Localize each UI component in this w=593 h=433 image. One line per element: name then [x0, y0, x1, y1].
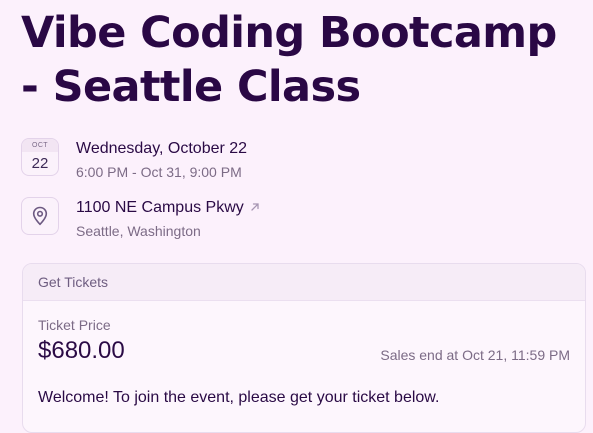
calendar-icon-month: OCT [22, 139, 58, 152]
calendar-icon-day: 22 [31, 155, 49, 172]
ticket-price-value: $680.00 [38, 337, 125, 364]
map-pin-icon [21, 197, 59, 235]
arrow-up-right-icon[interactable] [250, 198, 260, 218]
event-location-row: 1100 NE Campus Pkwy Seattle, Washington [21, 197, 260, 240]
event-city: Seattle, Washington [76, 223, 201, 239]
event-time-range: 6:00 PM - Oct 31, 9:00 PM [76, 164, 242, 180]
tickets-card: Get Tickets Ticket Price $680.00 Sales e… [22, 263, 586, 433]
ticket-price-label: Ticket Price [38, 317, 111, 333]
sales-end-text: Sales end at Oct 21, 11:59 PM [380, 347, 570, 363]
event-date: Wednesday, October 22 [76, 140, 248, 157]
welcome-message: Welcome! To join the event, please get y… [38, 389, 440, 406]
event-title: Vibe Coding Bootcamp - Seattle Class [21, 8, 557, 112]
event-address-link[interactable]: 1100 NE Campus Pkwy [76, 198, 260, 218]
event-address[interactable]: 1100 NE Campus Pkwy [76, 198, 244, 218]
event-date-row: OCT 22 Wednesday, October 22 6:00 PM - O… [21, 138, 247, 181]
tickets-card-header: Get Tickets [23, 264, 585, 301]
calendar-icon: OCT 22 [21, 138, 59, 176]
